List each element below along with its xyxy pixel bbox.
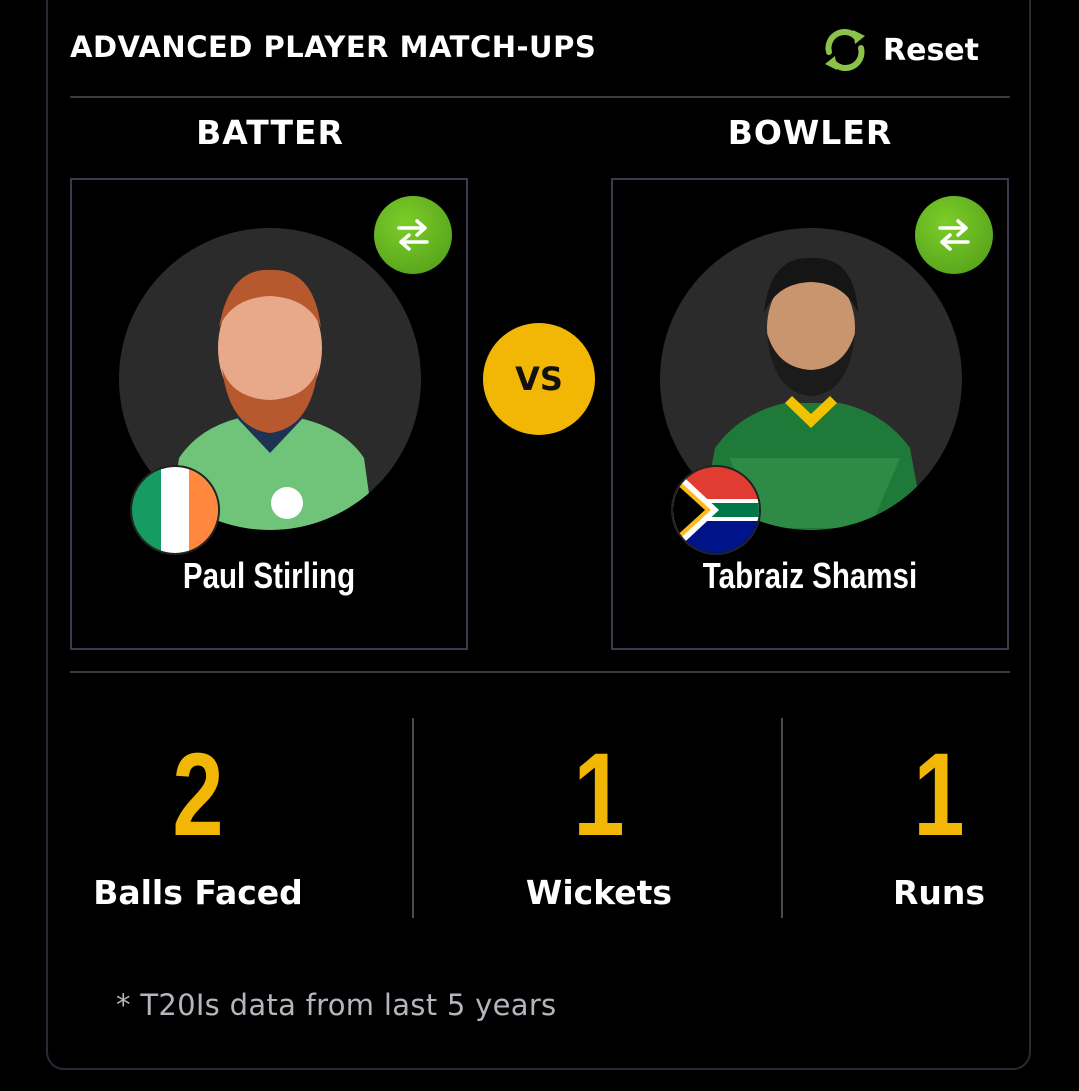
stat-divider bbox=[781, 718, 783, 918]
swap-arrows-icon bbox=[938, 219, 970, 251]
stats-divider bbox=[70, 671, 1010, 673]
swap-batter-button[interactable] bbox=[374, 196, 452, 274]
footnote: * T20Is data from last 5 years bbox=[116, 988, 557, 1022]
stat-label: Runs bbox=[892, 873, 986, 912]
stat-value: 1 bbox=[913, 729, 965, 861]
ireland-flag-icon bbox=[130, 465, 220, 555]
refresh-icon bbox=[825, 29, 865, 71]
bowler-name: Tabraiz Shamsi bbox=[702, 555, 918, 596]
stat-value: 2 bbox=[172, 729, 224, 861]
swap-arrows-icon bbox=[397, 219, 429, 251]
stat-label: Balls Faced bbox=[93, 873, 303, 912]
south-africa-flag-icon bbox=[671, 465, 761, 555]
stat-runs: 1 Runs bbox=[860, 735, 1018, 912]
batter-column-label: BATTER bbox=[196, 113, 344, 152]
batter-card[interactable]: Paul Stirling bbox=[70, 178, 468, 650]
swap-bowler-button[interactable] bbox=[915, 196, 993, 274]
stat-divider bbox=[412, 718, 414, 918]
batter-name: Paul Stirling bbox=[182, 555, 356, 596]
stat-balls-faced: 2 Balls Faced bbox=[70, 735, 326, 912]
bowler-card[interactable]: Tabraiz Shamsi bbox=[611, 178, 1009, 650]
stat-value: 1 bbox=[573, 729, 625, 861]
header-divider bbox=[70, 96, 1010, 98]
reset-label: Reset bbox=[883, 32, 979, 68]
vs-badge: VS bbox=[483, 323, 595, 435]
page-title: ADVANCED PLAYER MATCH-UPS bbox=[70, 30, 597, 64]
stat-label: Wickets bbox=[525, 873, 673, 912]
reset-button[interactable]: Reset bbox=[817, 22, 979, 78]
stat-wickets: 1 Wickets bbox=[470, 735, 728, 912]
bowler-column-label: BOWLER bbox=[727, 113, 893, 152]
